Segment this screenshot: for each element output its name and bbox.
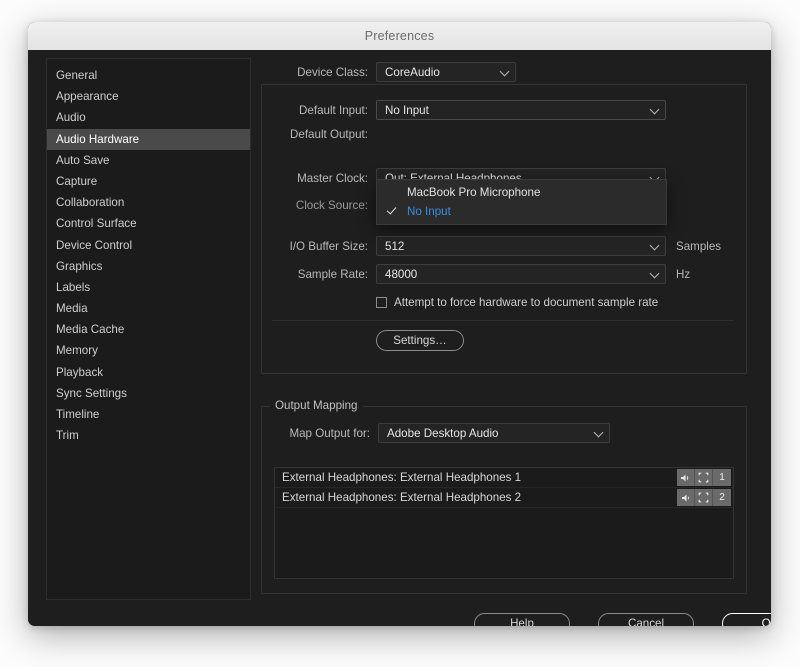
cancel-button[interactable]: Cancel — [598, 613, 694, 626]
map-output-for-combo[interactable]: Adobe Desktop Audio — [378, 423, 610, 443]
default-input-row: Default Input: No Input — [260, 100, 666, 120]
window-body: General Appearance Audio Audio Hardware … — [28, 50, 771, 626]
speaker-left-icon[interactable] — [677, 469, 695, 486]
io-buffer-size-combo[interactable]: 512 — [376, 236, 666, 256]
io-buffer-size-label: I/O Buffer Size: — [260, 240, 368, 253]
sidebar-item-playback[interactable]: Playback — [47, 362, 250, 383]
dropdown-option-no-input[interactable]: No Input — [377, 202, 666, 221]
channel-number[interactable]: 2 — [713, 489, 731, 506]
sidebar-item-graphics[interactable]: Graphics — [47, 256, 250, 277]
sidebar-item-appearance[interactable]: Appearance — [47, 86, 250, 107]
force-hardware-row[interactable]: Attempt to force hardware to document sa… — [376, 296, 658, 309]
sidebar-item-sync-settings[interactable]: Sync Settings — [47, 383, 250, 404]
speaker-right-icon[interactable] — [677, 489, 695, 506]
sidebar-item-timeline[interactable]: Timeline — [47, 404, 250, 425]
channel-assign-icon[interactable] — [695, 469, 713, 486]
force-hardware-label: Attempt to force hardware to document sa… — [394, 296, 658, 309]
master-clock-label: Master Clock: — [260, 172, 368, 185]
sidebar-item-audio[interactable]: Audio — [47, 107, 250, 128]
group-divider — [272, 320, 734, 321]
sidebar-item-trim[interactable]: Trim — [47, 425, 250, 446]
screen: Preferences General Appearance Audio Aud… — [0, 0, 800, 667]
output-mapping-label: Output Mapping — [270, 399, 363, 412]
audio-hardware-panel: Device Class: CoreAudio Default Input: N… — [260, 58, 750, 598]
device-class-row: Device Class: CoreAudio — [260, 62, 516, 82]
chevron-down-icon — [595, 429, 603, 437]
preferences-category-list[interactable]: General Appearance Audio Audio Hardware … — [46, 58, 251, 600]
device-class-value: CoreAudio — [385, 66, 440, 79]
map-output-for-value: Adobe Desktop Audio — [387, 427, 499, 440]
output-mapping-list[interactable]: External Headphones: External Headphones… — [274, 467, 734, 579]
chevron-down-icon — [651, 106, 659, 114]
window-title: Preferences — [365, 29, 435, 43]
sample-rate-row: Sample Rate: 48000 Hz — [260, 264, 690, 284]
sample-rate-label: Sample Rate: — [260, 268, 368, 281]
clock-source-label: Clock Source: — [260, 199, 368, 212]
output-mapping-group: Output Mapping Map Output for: Adobe Des… — [261, 406, 747, 594]
sample-rate-combo[interactable]: 48000 — [376, 264, 666, 284]
sample-rate-unit: Hz — [676, 268, 690, 281]
output-channel-label: External Headphones: External Headphones… — [282, 471, 521, 484]
chevron-down-icon — [651, 242, 659, 250]
settings-button[interactable]: Settings… — [376, 330, 464, 351]
sidebar-item-device-control[interactable]: Device Control — [47, 235, 250, 256]
sidebar-item-audio-hardware[interactable]: Audio Hardware — [47, 129, 250, 150]
force-hardware-checkbox[interactable] — [376, 297, 387, 308]
output-channel-label: External Headphones: External Headphones… — [282, 491, 521, 504]
ok-button[interactable]: OK — [722, 613, 771, 626]
sidebar-item-collaboration[interactable]: Collaboration — [47, 192, 250, 213]
default-input-value: No Input — [385, 104, 429, 117]
sidebar-item-general[interactable]: General — [47, 65, 250, 86]
device-class-combo[interactable]: CoreAudio — [376, 62, 516, 82]
io-buffer-size-value: 512 — [385, 240, 404, 253]
preferences-window: Preferences General Appearance Audio Aud… — [28, 22, 771, 626]
help-button[interactable]: Help — [474, 613, 570, 626]
channel-assign-icon[interactable] — [695, 489, 713, 506]
row-controls: 2 — [677, 489, 731, 506]
default-input-combo[interactable]: No Input — [376, 100, 666, 120]
default-input-dropdown-menu[interactable]: MacBook Pro Microphone No Input — [376, 179, 667, 225]
io-buffer-size-unit: Samples — [676, 240, 721, 253]
sidebar-item-media-cache[interactable]: Media Cache — [47, 319, 250, 340]
sidebar-item-control-surface[interactable]: Control Surface — [47, 213, 250, 234]
sidebar-item-labels[interactable]: Labels — [47, 277, 250, 298]
io-buffer-size-row: I/O Buffer Size: 512 Samples — [260, 236, 721, 256]
sidebar-item-auto-save[interactable]: Auto Save — [47, 150, 250, 171]
default-output-label: Default Output: — [260, 128, 368, 141]
table-row[interactable]: External Headphones: External Headphones… — [275, 488, 733, 508]
row-controls: 1 — [677, 469, 731, 486]
default-output-row: Default Output: — [260, 128, 368, 141]
map-output-for-row: Map Output for: Adobe Desktop Audio — [274, 423, 610, 443]
sidebar-item-memory[interactable]: Memory — [47, 340, 250, 361]
table-row[interactable]: External Headphones: External Headphones… — [275, 468, 733, 488]
channel-number[interactable]: 1 — [713, 469, 731, 486]
chevron-down-icon — [651, 270, 659, 278]
chevron-down-icon — [501, 68, 509, 76]
window-titlebar: Preferences — [28, 22, 771, 51]
sidebar-item-capture[interactable]: Capture — [47, 171, 250, 192]
dropdown-option-macbook-pro-microphone[interactable]: MacBook Pro Microphone — [377, 183, 666, 202]
dropdown-option-label: No Input — [407, 205, 451, 218]
map-output-for-label: Map Output for: — [274, 427, 370, 440]
checkmark-icon — [388, 205, 397, 214]
sample-rate-value: 48000 — [385, 268, 417, 281]
sidebar-item-media[interactable]: Media — [47, 298, 250, 319]
device-class-label: Device Class: — [260, 66, 368, 79]
default-input-label: Default Input: — [260, 104, 368, 117]
